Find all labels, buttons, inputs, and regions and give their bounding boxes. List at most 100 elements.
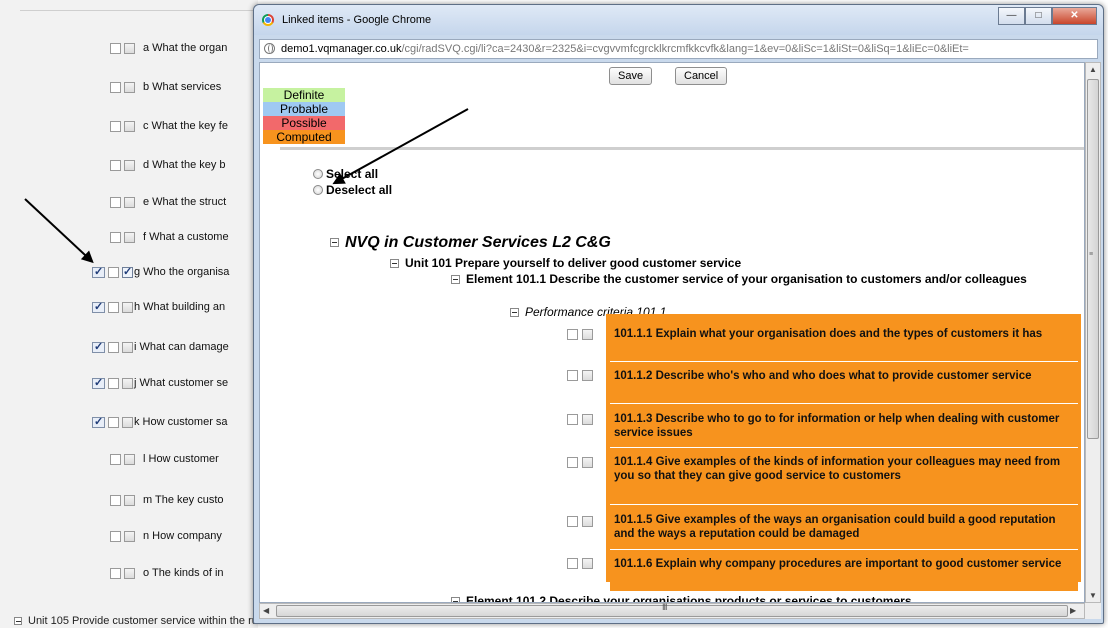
linked-tick-icon [92,300,105,313]
scroll-up-icon[interactable]: ▲ [1089,65,1097,74]
checkbox[interactable] [122,341,133,353]
checkbox[interactable] [567,516,578,527]
checkbox[interactable] [122,416,133,428]
checkbox[interactable] [122,377,133,389]
criteria-row[interactable]: c What the key fe [0,116,260,136]
checkbox[interactable] [582,558,593,569]
checkbox[interactable] [110,120,121,132]
checkbox[interactable] [582,516,593,527]
criterion-item[interactable]: 101.1.6 Explain why company procedures a… [610,554,1078,592]
select-all-option[interactable]: Select all [313,167,378,181]
checkbox[interactable] [567,329,578,340]
element-node[interactable]: Element 101.1 Describe the customer serv… [451,272,1071,286]
criteria-row[interactable]: m The key custo [0,490,260,510]
criteria-row[interactable]: b What services [0,77,260,97]
checkbox[interactable] [567,370,578,381]
scroll-down-icon[interactable]: ▼ [1089,591,1097,600]
checkbox[interactable] [110,567,121,579]
checkbox[interactable] [122,301,133,313]
checkbox[interactable] [110,196,121,208]
checkbox[interactable] [567,558,578,569]
scroll-right-icon[interactable]: ▶ [1070,606,1076,615]
horizontal-scrollbar[interactable]: ◀ III ▶ [259,602,1085,619]
criterion-item[interactable]: 101.1.5 Give examples of the ways an org… [610,510,1078,550]
legend-probable: Probable [263,102,345,116]
expand-icon[interactable] [14,617,22,626]
checkbox[interactable] [124,42,135,54]
checkbox[interactable] [110,494,121,506]
criteria-row[interactable]: o The kinds of in [0,563,260,583]
checkbox[interactable] [124,494,135,506]
checkbox[interactable] [110,42,121,54]
criterion-item[interactable]: 101.1.1 Explain what your organisation d… [610,324,1078,362]
horizontal-scroll-thumb[interactable] [276,605,1068,617]
criteria-row[interactable]: f What a custome [0,227,260,247]
checkbox[interactable] [567,457,578,468]
checkbox[interactable] [567,414,578,425]
checkbox[interactable] [582,370,593,381]
checkbox[interactable] [108,266,119,278]
checkbox[interactable] [110,81,121,93]
close-button[interactable]: ✕ [1052,7,1097,25]
criteria-row[interactable]: g Who the organisa [0,262,260,282]
unit-105-footer[interactable]: Unit 105 Provide customer service within… [14,615,272,627]
collapse-icon[interactable] [330,238,339,248]
checkbox[interactable] [582,329,593,340]
checkbox[interactable] [108,377,119,389]
grip-icon: ≡ [1089,251,1094,258]
collapse-icon[interactable] [510,308,519,318]
criteria-row[interactable]: i What can damage [0,337,260,357]
collapse-icon[interactable] [390,259,399,269]
criteria-label: c What the key fe [143,120,228,132]
window-titlebar[interactable]: Linked items - Google Chrome — □ ✕ [254,5,1103,35]
radio-icon[interactable] [313,185,323,195]
qualification-node[interactable]: NVQ in Customer Services L2 C&G [330,234,611,252]
cancel-button[interactable]: Cancel [675,67,728,85]
criteria-row[interactable]: a What the organ [0,38,260,58]
url-text: demo1.vqmanager.co.uk/cgi/radSVQ.cgi/li?… [281,43,969,55]
deselect-all-option[interactable]: Deselect all [313,183,392,197]
page-info-icon[interactable] [264,43,275,54]
checkbox[interactable] [110,159,121,171]
radio-icon[interactable] [313,169,323,179]
checkbox-checked[interactable] [122,265,133,278]
address-bar[interactable]: demo1.vqmanager.co.uk/cgi/radSVQ.cgi/li?… [259,39,1098,59]
checkbox[interactable] [124,231,135,243]
collapse-icon[interactable] [451,275,460,285]
checkbox[interactable] [124,81,135,93]
vertical-scroll-thumb[interactable] [1087,79,1099,439]
save-button[interactable]: Save [609,67,653,85]
criteria-label: g Who the organisa [134,266,230,278]
criteria-row[interactable]: d What the key b [0,155,260,175]
criterion-item[interactable]: 101.1.4 Give examples of the kinds of in… [610,452,1078,505]
checkbox[interactable] [124,567,135,579]
criterion-item[interactable]: 101.1.2 Describe who's who and who does … [610,366,1078,404]
unit-node[interactable]: Unit 101 Prepare yourself to deliver goo… [390,256,741,270]
criteria-row[interactable]: j What customer se [0,373,260,393]
checkbox[interactable] [110,530,121,542]
checkbox[interactable] [124,196,135,208]
checkbox[interactable] [110,231,121,243]
checkbox[interactable] [124,120,135,132]
checkbox[interactable] [124,159,135,171]
scroll-left-icon[interactable]: ◀ [263,606,269,615]
checkbox[interactable] [108,301,119,313]
checkbox[interactable] [108,416,119,428]
checkbox[interactable] [108,341,119,353]
checkbox[interactable] [582,457,593,468]
vertical-scrollbar[interactable]: ▲ ≡ ▼ [1085,62,1101,603]
criteria-row[interactable]: k How customer sa [0,412,260,432]
background-top-divider [20,10,260,17]
minimize-button[interactable]: — [998,7,1025,25]
criterion-item[interactable]: 101.1.3 Describe who to go to for inform… [610,409,1078,448]
criteria-row[interactable]: n How company [0,526,260,546]
checkbox[interactable] [124,530,135,542]
checkbox[interactable] [110,453,121,465]
criteria-row[interactable]: e What the struct [0,192,260,212]
element-2-node[interactable]: Element 101.2 Describe your organisation… [451,594,912,602]
checkbox[interactable] [124,453,135,465]
checkbox[interactable] [582,414,593,425]
criteria-row[interactable]: l How customer [0,449,260,469]
maximize-button[interactable]: □ [1025,7,1052,25]
criteria-row[interactable]: h What building an [0,297,260,317]
